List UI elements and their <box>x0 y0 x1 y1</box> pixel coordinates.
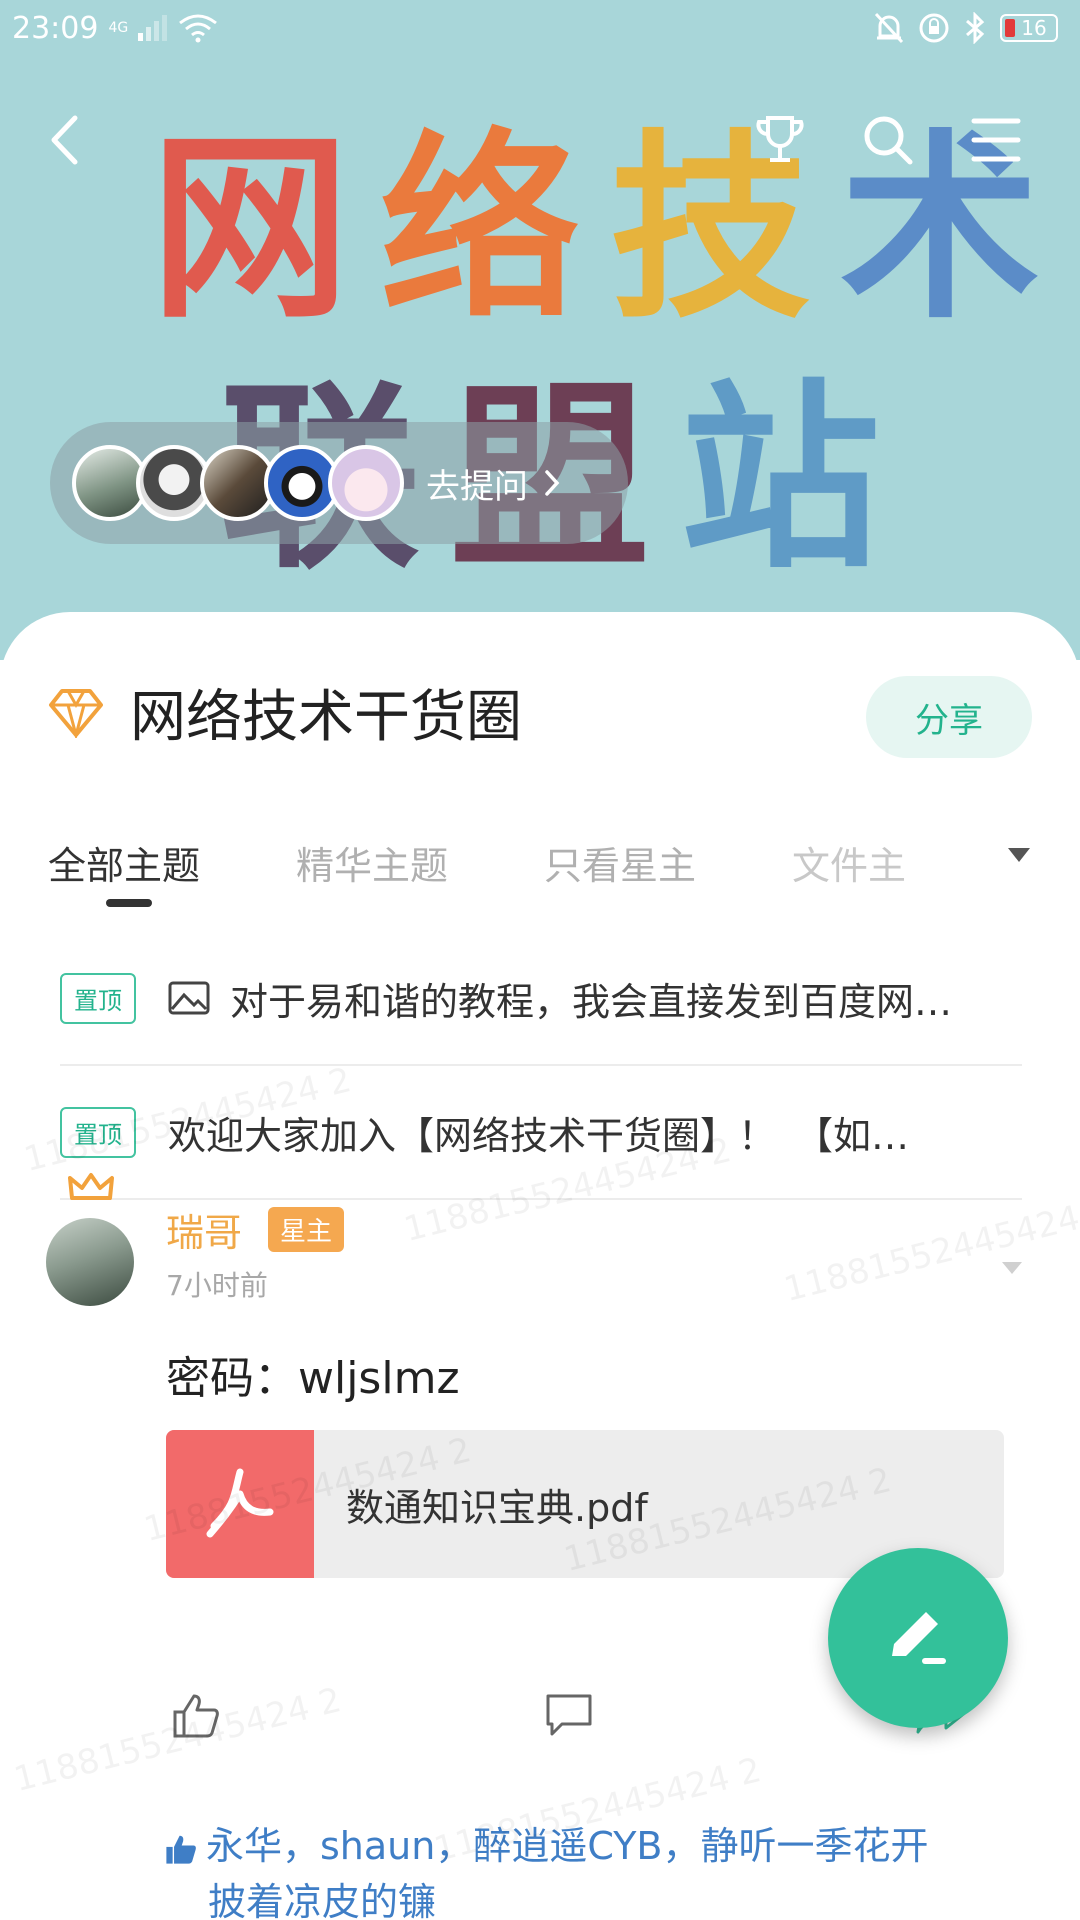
trophy-icon <box>756 116 804 162</box>
circle-banner: 网络技术 联盟站 <box>0 0 1080 660</box>
bluetooth-icon <box>966 12 985 44</box>
battery-level: 16 <box>1021 16 1047 40</box>
post-options-icon[interactable] <box>1000 1260 1024 1276</box>
feed-post: 瑞哥 星主 7小时前 密码：wljslmz 数通知识宝典.pdf 永华，shau… <box>0 1172 1080 1920</box>
liked-by-names-more[interactable]: 披着凉皮的镰 <box>208 1880 436 1920</box>
image-icon <box>168 981 210 1015</box>
share-button[interactable]: 分享 <box>866 676 1032 758</box>
pinned-post-text: 对于易和谐的教程，我会直接发到百度网… <box>230 979 953 1024</box>
banner-char: 站 <box>680 363 895 596</box>
post-time: 7小时前 <box>166 1269 268 1302</box>
tab-files[interactable]: 文件主 <box>792 835 906 890</box>
back-button[interactable] <box>24 100 104 180</box>
back-arrow-icon <box>51 115 78 165</box>
member-avatars <box>72 445 404 521</box>
top-nav <box>0 100 1080 180</box>
circle-header: 网络技术干货圈 <box>48 672 522 753</box>
chevron-right-icon <box>545 470 560 496</box>
tab-featured[interactable]: 精华主题 <box>296 835 448 890</box>
pinned-post-text: 欢迎大家加入【网络技术干货圈】！ 【如… <box>168 1113 910 1158</box>
comment-button[interactable] <box>544 1692 594 1738</box>
network-type: 4G <box>108 20 129 36</box>
file-name: 数通知识宝典.pdf <box>346 1485 648 1530</box>
trophy-button[interactable] <box>740 100 820 180</box>
mute-bell-icon <box>874 12 904 44</box>
circle-title: 网络技术干货圈 <box>130 685 522 750</box>
wifi-icon <box>179 14 218 43</box>
post-text: 密码：wljslmz <box>166 1353 460 1404</box>
author-avatar[interactable] <box>46 1218 134 1306</box>
pinned-badge: 置顶 <box>60 972 136 1024</box>
pdf-icon <box>166 1430 314 1578</box>
diamond-icon <box>49 688 103 738</box>
liked-by-names[interactable]: 永华，shaun，醉逍遥CYB，静听一季花开 <box>206 1824 928 1868</box>
ask-question-button[interactable]: 去提问 <box>50 422 628 544</box>
pinned-post[interactable]: 置顶 对于易和谐的教程，我会直接发到百度网… <box>60 932 1022 1066</box>
rotation-lock-icon <box>919 13 949 43</box>
tab-owner-only[interactable]: 只看星主 <box>544 835 696 890</box>
ask-question-label: 去提问 <box>426 466 528 507</box>
thumb-up-icon <box>166 1835 196 1864</box>
tab-all-topics[interactable]: 全部主题 <box>48 835 200 907</box>
status-time: 23:09 <box>12 10 99 46</box>
menu-button[interactable] <box>956 100 1036 180</box>
search-icon <box>864 116 913 165</box>
pinned-badge: 置顶 <box>60 1106 136 1158</box>
topic-tabs: 全部主题 精华主题 只看星主 文件主 <box>48 822 1032 907</box>
menu-icon <box>971 118 1021 162</box>
avatar <box>328 445 404 521</box>
battery-indicator: 16 <box>1000 14 1058 42</box>
crown-icon <box>68 1173 114 1200</box>
tabs-dropdown-icon[interactable] <box>1006 846 1032 864</box>
signal-icon <box>138 15 168 41</box>
compose-post-button[interactable] <box>828 1548 1008 1728</box>
owner-badge: 星主 <box>268 1207 345 1252</box>
search-button[interactable] <box>848 100 928 180</box>
author-name[interactable]: 瑞哥 <box>166 1202 242 1257</box>
status-bar: 23:09 4G 16 <box>0 0 1080 56</box>
edit-pencil-icon <box>892 1612 946 1664</box>
like-button[interactable] <box>172 1692 220 1738</box>
liked-by-list: 永华，shaun，醉逍遥CYB，静听一季花开 披着凉皮的镰 <box>164 1818 1024 1920</box>
